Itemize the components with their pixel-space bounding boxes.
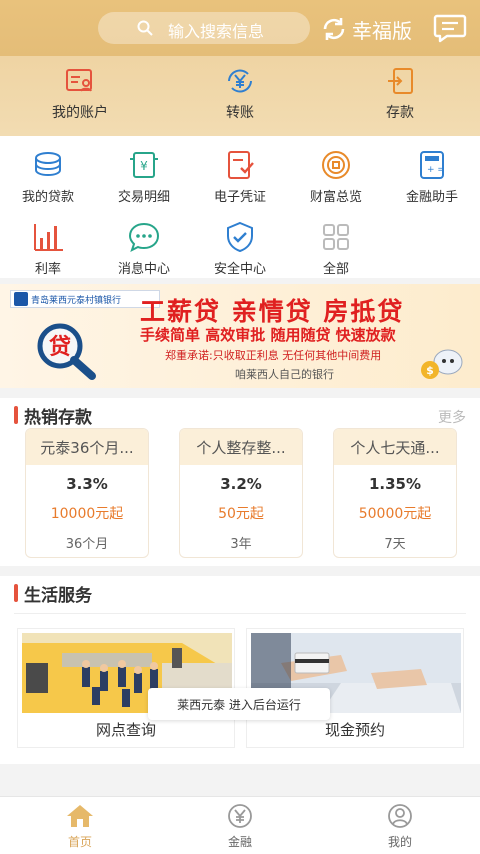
mode-switch-button[interactable]: 幸福版 (320, 14, 412, 44)
grid-item-label: 全部 (322, 262, 349, 277)
deposit-term: 7天 (384, 537, 406, 552)
more-link[interactable]: 更多 (438, 407, 466, 427)
tab-label: 首页 (67, 835, 92, 849)
deposit-card[interactable]: 个人七天通... 1.35% 50000元起 7天 (333, 428, 457, 558)
account-card-icon (66, 69, 92, 92)
tab-label: 我的 (387, 835, 412, 849)
wealth-icon (322, 151, 350, 179)
grid-item-all[interactable]: 全部 (288, 220, 384, 277)
deposit-rate: 1.35% (368, 475, 422, 493)
banner-subtitle: 手续简单 高效审批 随用随贷 快速放款 (140, 326, 396, 344)
quick-label: 存款 (386, 105, 414, 121)
grid-item-loan[interactable]: 我的贷款 (0, 148, 96, 205)
deposit-min: 50000元起 (358, 506, 432, 522)
svg-text:$: $ (426, 364, 434, 377)
deposit-card[interactable]: 元泰36个月... 3.3% 10000元起 36个月 (25, 428, 149, 558)
tab-label: 金融 (227, 835, 252, 849)
transfer-button[interactable]: 转账 (180, 66, 300, 122)
grid-item-voucher[interactable]: 电子凭证 (192, 148, 288, 205)
grid-item-label: 电子凭证 (213, 190, 266, 205)
grid-item-label: 财富总览 (309, 190, 362, 205)
quick-actions: 我的账户 转账 存款 (0, 56, 480, 136)
section-accent-bar (14, 406, 18, 424)
search-icon (137, 20, 153, 36)
deposit-name: 个人七天通... (334, 429, 456, 465)
section-accent-bar (14, 584, 18, 602)
search-input[interactable]: 输入搜索信息 (98, 12, 310, 44)
svg-text:¥: ¥ (140, 159, 148, 173)
deposit-term: 3年 (230, 537, 252, 552)
grid-item-label: 金融助手 (405, 190, 458, 205)
grid-item-security[interactable]: 安全中心 (192, 220, 288, 277)
transaction-icon: ¥ (130, 152, 158, 178)
section-title: 生活服务 (24, 585, 92, 606)
app-screen: 输入搜索信息 幸福版 我的账户 转账 存款 我的贷款 ¥ 交易明细 电子凭证 财… (0, 0, 480, 854)
section-title: 热销存款 (24, 407, 92, 428)
deposit-rate: 3.2% (220, 475, 262, 493)
grid-item-label: 交易明细 (117, 190, 170, 205)
deposit-card[interactable]: 个人整存整... 3.2% 50元起 3年 (179, 428, 303, 558)
deposit-min: 10000元起 (50, 506, 124, 522)
bank-logo-strip: 青岛莱西元泰村镇银行 (10, 290, 160, 308)
deposit-name: 个人整存整... (180, 429, 302, 465)
user-icon (388, 804, 412, 828)
calculator-icon: + = (420, 151, 445, 179)
chat-icon (128, 222, 160, 252)
grid-item-label: 消息中心 (117, 262, 170, 277)
bottom-tabbar: 首页 金融 我的 (0, 796, 480, 854)
message-icon[interactable] (433, 13, 467, 43)
grid-item-label: 我的贷款 (21, 190, 74, 205)
grid-item-wealth[interactable]: 财富总览 (288, 148, 384, 205)
section-header: 生活服务 (14, 580, 92, 606)
deposit-min: 50元起 (218, 506, 264, 522)
section-header: 热销存款 (14, 402, 92, 428)
background-toast: 莱西元泰 进入后台运行 (148, 688, 330, 720)
deposit-name: 元泰36个月... (26, 429, 148, 465)
life-services-section: 生活服务 网点查询 现金预约 (0, 576, 480, 764)
deposit-term: 36个月 (65, 537, 109, 552)
deposit-rate: 3.3% (66, 475, 108, 493)
grid-icon (323, 224, 349, 250)
my-account-button[interactable]: 我的账户 (20, 66, 140, 122)
grid-item-rate[interactable]: 利率 (0, 220, 96, 277)
refresh-icon (323, 18, 345, 40)
yuan-transfer-icon (228, 69, 252, 93)
quick-label: 转账 (226, 105, 254, 121)
tab-home[interactable]: 首页 (0, 803, 160, 850)
mode-label: 幸福版 (352, 18, 412, 43)
top-header: 输入搜索信息 幸福版 (0, 0, 480, 56)
tab-mine[interactable]: 我的 (320, 803, 480, 850)
banner-title: 工薪贷 亲情贷 房抵贷 (140, 297, 405, 326)
service-label: 网点查询 (95, 721, 156, 739)
banner-note: 郑重承诺:只收取正利息 无任何其他中间费用 (165, 349, 382, 362)
grid-item-label: 安全中心 (213, 262, 266, 277)
banner-pagination (215, 378, 255, 388)
yuan-circle-icon (228, 804, 252, 828)
robot-mascot-icon: $ (421, 349, 463, 379)
grid-item-assistant[interactable]: + = 金融助手 (384, 148, 480, 205)
search-placeholder: 输入搜索信息 (168, 22, 265, 41)
promo-banner[interactable]: 青岛莱西元泰村镇银行 贷 工薪贷 亲情贷 房抵贷 手续简单 高效审批 随用随贷 … (0, 284, 480, 388)
feature-grid: 我的贷款 ¥ 交易明细 电子凭证 财富总览 + = 金融助手 利率 消息中心 安… (0, 136, 480, 278)
deposit-icon (388, 68, 413, 94)
deposit-button[interactable]: 存款 (340, 66, 460, 122)
service-label: 现金预约 (324, 721, 385, 739)
bank-name: 青岛莱西元泰村镇银行 (31, 295, 122, 306)
hot-deposits-section: 热销存款 更多 元泰36个月... 3.3% 10000元起 36个月 个人整存… (0, 398, 480, 566)
grid-item-transactions[interactable]: ¥ 交易明细 (96, 148, 192, 205)
quick-label: 我的账户 (52, 105, 108, 121)
voucher-icon (228, 151, 254, 179)
loan-magnifier-icon: 贷 (37, 323, 96, 380)
tab-finance[interactable]: 金融 (160, 803, 320, 850)
banner-badge: 贷 (49, 334, 71, 360)
svg-text:+ =: + = (427, 165, 445, 175)
divider (14, 613, 466, 614)
grid-item-label: 利率 (34, 262, 61, 277)
loan-icon (35, 152, 61, 177)
grid-item-messages[interactable]: 消息中心 (96, 220, 192, 277)
shield-icon (227, 221, 253, 253)
home-icon (67, 805, 93, 827)
bar-chart-icon (34, 224, 63, 251)
bank-logo (14, 292, 28, 306)
